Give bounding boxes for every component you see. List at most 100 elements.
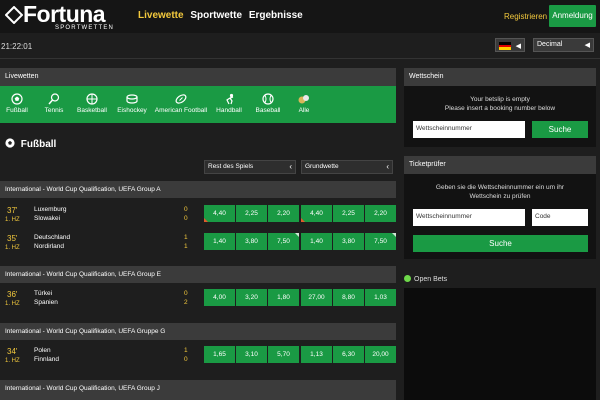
soccer-ball-icon xyxy=(5,138,15,148)
caret-left-icon: ◀ xyxy=(584,42,590,49)
match-row[interactable]: 37' 1. HZ Luxemburg Slowakei 0 0 4,40 2,… xyxy=(0,203,396,231)
odd-button[interactable]: 3,80 xyxy=(333,233,364,250)
odd-button[interactable]: 3,20 xyxy=(236,289,267,306)
betslip-title: Wettschein xyxy=(404,68,596,86)
main-nav: Livewette Sportwette Ergebnisse xyxy=(138,10,307,21)
odd-button[interactable]: 1,03 xyxy=(365,289,396,306)
nav-livewette[interactable]: Livewette xyxy=(138,10,184,21)
fortuna-logo[interactable]: Fortuna SPORTWETTEN xyxy=(5,1,117,31)
home-team: Polen xyxy=(34,347,51,354)
handball-icon xyxy=(226,93,234,105)
odd-button[interactable]: 3,10 xyxy=(236,346,267,363)
away-team: Slowakei xyxy=(34,215,61,222)
odd-button[interactable]: 4,40 xyxy=(204,205,235,222)
match-half: 1. HZ xyxy=(5,217,20,223)
betslip-hint-text: Please insert a booking number below xyxy=(444,105,556,112)
odd-button[interactable]: 2,20 xyxy=(365,205,396,222)
match-half: 1. HZ xyxy=(5,245,20,251)
german-flag-icon xyxy=(499,42,511,50)
ticketcheck-text: Geben sie die Wettscheinnummer ein um ih… xyxy=(435,184,565,191)
home-team: Luxemburg xyxy=(34,206,67,213)
status-dot-icon xyxy=(404,275,411,282)
odds-format-select[interactable]: Decimal ◀ xyxy=(533,38,594,52)
away-team: Nordirland xyxy=(34,243,64,250)
match-minute: 36' xyxy=(7,290,18,299)
caret-left-icon: ◀ xyxy=(515,43,521,50)
american-football-icon xyxy=(175,94,187,104)
ticketcheck-text-2: Wettschein zu prüfen xyxy=(469,193,531,200)
odd-button[interactable]: 1,80 xyxy=(268,289,299,306)
sport-american-football[interactable]: American Football xyxy=(153,86,209,123)
betslip-search-button[interactable]: Suche xyxy=(532,121,588,138)
sport-tennis[interactable]: Tennis xyxy=(41,86,67,123)
odd-button[interactable]: 20,00 xyxy=(365,346,396,363)
open-bets-toggle[interactable]: Open Bets xyxy=(404,275,447,283)
ticket-code-input[interactable]: Code xyxy=(532,209,588,226)
odd-button[interactable]: 2,25 xyxy=(333,205,364,222)
betslip-empty-text: Your betslip is empty xyxy=(470,96,530,103)
odd-button[interactable]: 7,50 xyxy=(268,233,299,250)
sport-baseball[interactable]: Baseball xyxy=(254,86,282,123)
odd-button[interactable]: 1,65 xyxy=(204,346,235,363)
column-grundwette[interactable]: Grundwette ‹ xyxy=(301,160,393,174)
group-header: International - World Cup Qualification,… xyxy=(0,380,396,400)
booking-number-input[interactable]: Wettscheinnummer xyxy=(413,121,525,138)
odd-button[interactable]: 4,00 xyxy=(204,289,235,306)
sports-bar: Fußball Tennis Basketball Eishockey Amer… xyxy=(0,86,396,123)
sport-eishockey[interactable]: Eishockey xyxy=(114,86,150,123)
match-minute: 37' xyxy=(7,206,18,215)
away-score: 1 xyxy=(184,243,188,250)
soccer-ball-icon xyxy=(11,93,23,105)
tennis-icon xyxy=(48,93,60,105)
section-title: Fußball xyxy=(5,138,56,150)
odd-button[interactable]: 1,40 xyxy=(204,233,235,250)
nav-ergebnisse[interactable]: Ergebnisse xyxy=(249,10,303,21)
match-row[interactable]: 36' 1. HZ Türkei Spanien 0 2 4,00 3,20 1… xyxy=(0,287,396,315)
away-team: Spanien xyxy=(34,299,58,306)
ticketcheck-title: Ticketprüfer xyxy=(404,156,596,174)
odd-button[interactable]: 27,00 xyxy=(301,289,332,306)
odd-button[interactable]: 5,70 xyxy=(268,346,299,363)
home-team: Türkei xyxy=(34,290,53,297)
odd-button[interactable]: 8,80 xyxy=(333,289,364,306)
sport-basketball[interactable]: Basketball xyxy=(75,86,109,123)
ticketcheck-search-button[interactable]: Suche xyxy=(413,235,588,252)
group-header: International - World Cup Qualification,… xyxy=(0,266,396,283)
match-row[interactable]: 34' 1. HZ Polen Finnland 1 0 1,65 3,10 5… xyxy=(0,344,396,372)
nav-sportwette[interactable]: Sportwette xyxy=(190,10,242,21)
match-row[interactable]: 35' 1. HZ Deutschland Nordirland 1 1 1,4… xyxy=(0,231,396,259)
livewetten-header: Livewetten xyxy=(0,68,396,86)
chevron-left-icon[interactable]: ‹ xyxy=(289,162,292,171)
chevron-left-icon[interactable]: ‹ xyxy=(386,162,389,171)
odd-button[interactable]: 1,13 xyxy=(301,346,332,363)
logo-wordmark: Fortuna xyxy=(23,1,106,27)
sport-fussball[interactable]: Fußball xyxy=(5,86,29,123)
home-score: 0 xyxy=(184,206,188,213)
all-sports-icon xyxy=(298,95,309,104)
odd-button[interactable]: 2,20 xyxy=(268,205,299,222)
logo-subtitle: SPORTWETTEN xyxy=(55,25,115,31)
away-score: 0 xyxy=(184,356,188,363)
logo-mark-icon xyxy=(5,6,23,24)
clock: 21:22:01 xyxy=(1,42,33,51)
divider xyxy=(0,58,600,59)
betslip-panel: Wettschein Your betslip is empty Please … xyxy=(404,68,596,147)
odd-button[interactable]: 6,30 xyxy=(333,346,364,363)
sport-handball[interactable]: Handball xyxy=(214,86,244,123)
column-rest-des-spiels[interactable]: Rest des Spiels ‹ xyxy=(204,160,296,174)
register-link[interactable]: Registrieren xyxy=(504,12,547,21)
match-minute: 34' xyxy=(7,347,18,356)
odd-button[interactable]: 3,80 xyxy=(236,233,267,250)
ticket-number-input[interactable]: Wettscheinnummer xyxy=(413,209,525,226)
open-bets-area xyxy=(404,288,596,400)
home-score: 1 xyxy=(184,347,188,354)
away-team: Finnland xyxy=(34,356,59,363)
odd-button[interactable]: 1,40 xyxy=(301,233,332,250)
odd-button[interactable]: 2,25 xyxy=(236,205,267,222)
top-bar: Fortuna SPORTWETTEN Livewette Sportwette… xyxy=(0,0,600,33)
odd-button[interactable]: 4,40 xyxy=(301,205,332,222)
language-select[interactable]: ◀ xyxy=(495,38,525,52)
odd-button[interactable]: 7,50 xyxy=(365,233,396,250)
sport-alle[interactable]: Alle xyxy=(294,86,314,123)
login-button[interactable]: Anmeldung xyxy=(549,5,596,27)
